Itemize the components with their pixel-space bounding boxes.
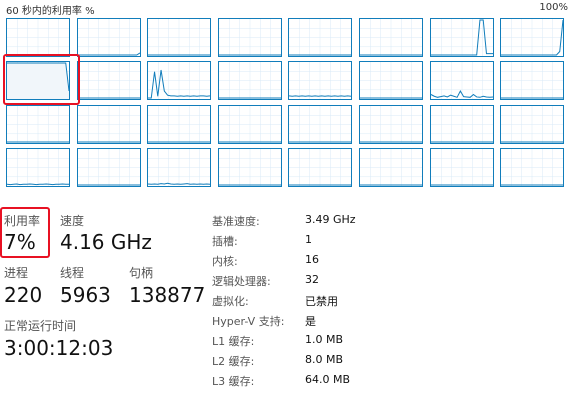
utilization-value: 7% [4,230,36,254]
cpu-core-graph-plot [218,62,281,100]
cpu-core-graph [500,104,565,144]
detail-value: 1.0 MB [305,333,344,346]
cpu-core-graph [429,61,494,101]
cpu-core-graph-plot [430,19,493,56]
cpu-core-graph-plot [7,148,69,186]
cpu-core-graph [147,104,212,144]
cpu-core-graph [76,104,141,144]
cpu-core-graph-plot [501,148,564,186]
cpu-core-graph [76,61,141,101]
detail-key: L3 缓存: [212,375,255,388]
uptime-value: 3:00:12:03 [4,336,114,360]
cpu-core-graph-plot [501,105,564,143]
speed-value: 4.16 GHz [60,230,152,254]
cpu-graph-grid [6,18,570,187]
cpu-core-graph [429,147,494,187]
cpu-core-graph [288,147,353,187]
detail-key: L1 缓存: [212,335,255,348]
detail-key: 内核: [212,255,238,268]
cpu-core-graph-plot [430,105,493,143]
cpu-core-graph [358,18,423,57]
cpu-core-graph-plot [289,62,352,100]
cpu-core-graph-plot [148,19,211,56]
utilization-label: 利用率 [4,214,41,228]
detail-value: 已禁用 [305,295,338,308]
cpu-core-graph [6,104,70,144]
detail-value: 是 [305,315,316,328]
detail-key: Hyper-V 支持: [212,315,285,328]
threads-value: 5963 [60,283,111,307]
cpu-core-graph-plot [148,62,211,100]
cpu-core-graph-plot [77,148,140,186]
detail-value: 1 [305,233,312,246]
detail-key: 虚拟化: [212,295,249,308]
cpu-core-graph-plot [218,105,281,143]
handles-value: 138877 [129,283,206,307]
cpu-core-graph-plot [77,19,140,56]
cpu-core-graph [358,147,423,187]
detail-value: 32 [305,273,319,286]
handles-label: 句柄 [129,266,154,280]
cpu-core-graph-plot [77,62,140,100]
cpu-core-graph-plot [501,62,564,100]
cpu-core-graph-plot [7,105,69,143]
processes-label: 进程 [4,266,29,280]
cpu-core-graph [358,61,423,101]
cpu-core-graph-plot [359,19,422,56]
cpu-core-graph-plot [289,105,352,143]
cpu-core-graph [217,147,282,187]
detail-key: 插槽: [212,235,238,248]
cpu-core-graph [147,61,212,101]
cpu-core-graph [500,147,565,187]
cpu-core-graph [429,18,494,57]
cpu-core-graph-plot [359,148,422,186]
cpu-core-graph [147,18,212,57]
cpu-core-graph-plot [289,19,352,56]
cpu-core-graph [76,18,141,57]
cpu-core-graph [500,18,565,57]
cpu-core-graph [217,18,282,57]
cpu-core-graph-plot [218,19,281,56]
cpu-core-graph-plot [218,148,281,186]
cpu-core-graph [500,61,565,101]
detail-value: 8.0 MB [305,353,344,366]
utilization-line [7,184,69,185]
highlight-box-graph [3,54,80,105]
cpu-core-graph-plot [148,105,211,143]
cpu-core-graph [76,147,141,187]
cpu-core-graph-plot [359,62,422,100]
cpu-core-graph [217,104,282,144]
uptime-label: 正常运行时间 [4,319,77,333]
detail-key: 逻辑处理器: [212,275,271,288]
cpu-core-graph-plot [501,19,564,56]
threads-label: 线程 [60,266,85,280]
cpu-core-graph-plot [430,62,493,100]
cpu-core-graph [217,61,282,101]
detail-value: 16 [305,253,319,266]
graph-caption: 60 秒内的利用率 % [6,6,95,17]
processes-value: 220 [4,283,43,307]
detail-value: 3.49 GHz [305,213,356,226]
cpu-core-graph-plot [148,148,211,186]
cpu-core-graph-plot [430,148,493,186]
cpu-core-graph [147,147,212,187]
cpu-core-graph [288,61,353,101]
cpu-core-graph [358,104,423,144]
detail-key: L2 缓存: [212,355,255,368]
graph-max-label: 100% [539,2,568,13]
cpu-core-graph [6,18,70,57]
cpu-core-graph [288,104,353,144]
cpu-core-graph-plot [77,105,140,143]
speed-label: 速度 [60,214,85,228]
detail-key: 基准速度: [212,215,260,228]
cpu-core-graph-plot [289,148,352,186]
detail-value: 64.0 MB [305,373,351,386]
cpu-core-graph-plot [7,19,69,56]
cpu-core-graph [429,104,494,144]
cpu-core-graph [288,18,353,57]
cpu-core-graph [6,147,70,187]
cpu-core-graph-plot [359,105,422,143]
